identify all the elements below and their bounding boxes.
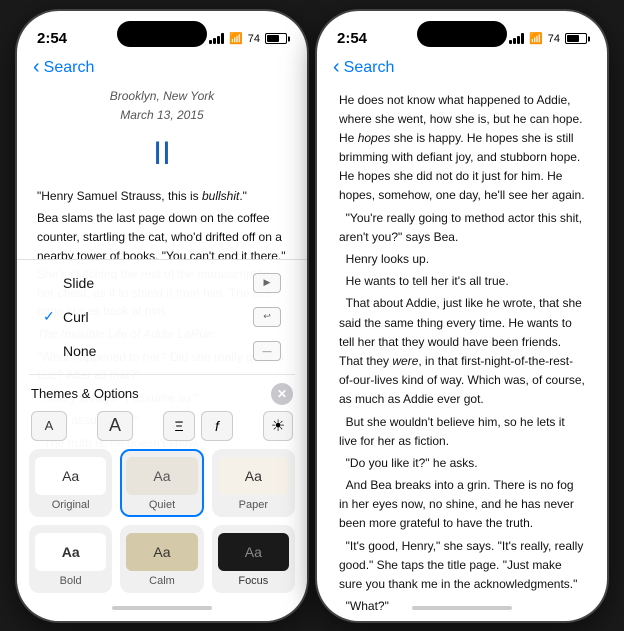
themes-header: Themes & Options ✕ xyxy=(17,377,307,407)
none-icon: — xyxy=(253,341,281,361)
theme-calm-text: Aa xyxy=(153,544,170,560)
signal-icon-right xyxy=(509,33,524,44)
left-phone: 2:54 📶 74 ‹ Search Broo xyxy=(17,11,307,621)
book-location: Brooklyn, New YorkMarch 13, 2015 xyxy=(37,87,287,125)
theme-quiet-label: Quiet xyxy=(149,499,175,511)
rp-2: "You're really going to method actor thi… xyxy=(339,209,585,247)
battery-icon-right xyxy=(565,33,587,44)
dynamic-island xyxy=(117,21,207,47)
nav-bar-left: ‹ Search xyxy=(17,55,307,79)
back-label-left: Search xyxy=(44,59,95,77)
theme-focus-text: Aa xyxy=(245,544,262,560)
book-content-right: He does not know what happened to Addie,… xyxy=(317,79,607,621)
theme-calm-label: Calm xyxy=(149,575,175,587)
transition-slide[interactable]: Slide ▶ xyxy=(29,266,295,300)
signal-icon xyxy=(209,33,224,44)
themes-title: Themes & Options xyxy=(31,386,139,401)
theme-paper-label: Paper xyxy=(239,499,268,511)
transition-none[interactable]: None — xyxy=(29,334,295,368)
curl-label: Curl xyxy=(63,309,253,325)
right-phone: 2:54 📶 74 ‹ Search He does not know what… xyxy=(317,11,607,621)
theme-focus-preview: Aa xyxy=(218,533,289,571)
transition-curl[interactable]: ✓ Curl ↩ xyxy=(29,300,295,334)
font-style-button[interactable]: Ξ xyxy=(163,411,195,441)
font-icons-group: Ξ f xyxy=(163,411,233,441)
curl-icon: ↩ xyxy=(253,307,281,327)
para-1: "Henry Samuel Strauss, this is bullshit.… xyxy=(37,187,287,206)
time-left: 2:54 xyxy=(37,30,67,47)
font-decrease-button[interactable]: A xyxy=(31,411,67,441)
check-icon-curl: ✓ xyxy=(43,308,63,325)
back-label-right: Search xyxy=(344,59,395,77)
theme-original[interactable]: Aa Original xyxy=(29,449,112,517)
font-large-label: A xyxy=(109,415,121,436)
battery-percent-right: 74 xyxy=(548,33,560,45)
font-row: A A Ξ f ☀ xyxy=(17,407,307,445)
font-small-label: A xyxy=(45,418,54,433)
home-indicator-left xyxy=(17,601,307,621)
rp-1: He does not know what happened to Addie,… xyxy=(339,91,585,206)
theme-bold[interactable]: Aa Bold xyxy=(29,525,112,593)
theme-quiet[interactable]: Aa Quiet xyxy=(120,449,203,517)
close-button[interactable]: ✕ xyxy=(271,383,293,405)
slide-label: Slide xyxy=(63,275,253,291)
theme-paper-preview: Aa xyxy=(218,457,289,495)
theme-paper[interactable]: Aa Paper xyxy=(212,449,295,517)
rp-7: "Do you like it?" he asks. xyxy=(339,454,585,473)
theme-calm[interactable]: Aa Calm xyxy=(120,525,203,593)
wifi-icon: 📶 xyxy=(229,32,243,45)
rp-8: And Bea breaks into a grin. There is no … xyxy=(339,476,585,534)
chapter-numeral: II xyxy=(37,129,287,177)
bottom-panel: Slide ▶ ✓ Curl ↩ None — Themes & Options xyxy=(17,259,307,621)
battery-icon-left xyxy=(265,33,287,44)
theme-focus-label: Focus xyxy=(238,575,268,587)
home-indicator-right xyxy=(317,601,607,621)
theme-bold-preview: Aa xyxy=(35,533,106,571)
rp-9: "It's good, Henry," she says. "It's real… xyxy=(339,537,585,595)
rp-6: But she wouldn't believe him, so he lets… xyxy=(339,413,585,451)
font-increase-button[interactable]: A xyxy=(97,411,133,441)
status-icons-left: 📶 74 xyxy=(209,32,287,45)
divider-1 xyxy=(29,374,295,375)
dynamic-island-right xyxy=(417,21,507,47)
back-button-left[interactable]: ‹ Search xyxy=(33,59,94,77)
back-button-right[interactable]: ‹ Search xyxy=(333,59,394,77)
slide-icon: ▶ xyxy=(253,273,281,293)
rp-4: He wants to tell her it's all true. xyxy=(339,272,585,291)
book-header: Brooklyn, New YorkMarch 13, 2015 II xyxy=(37,87,287,177)
theme-original-preview: Aa xyxy=(35,457,106,495)
chevron-left-icon: ‹ xyxy=(33,57,40,77)
time-right: 2:54 xyxy=(337,30,367,47)
theme-calm-preview: Aa xyxy=(126,533,197,571)
wifi-icon-right: 📶 xyxy=(529,32,543,45)
theme-quiet-preview: Aa xyxy=(126,457,197,495)
transition-selector: Slide ▶ ✓ Curl ↩ None — xyxy=(17,260,307,372)
nav-bar-right: ‹ Search xyxy=(317,55,607,79)
rp-3: Henry looks up. xyxy=(339,250,585,269)
theme-bold-label: Bold xyxy=(60,575,82,587)
theme-quiet-text: Aa xyxy=(153,468,170,484)
status-icons-right: 📶 74 xyxy=(509,32,587,45)
chevron-right-icon: ‹ xyxy=(333,57,340,77)
theme-original-text: Aa xyxy=(62,468,79,484)
font-serif-button[interactable]: f xyxy=(201,411,233,441)
rp-5: That about Addie, just like he wrote, th… xyxy=(339,294,585,409)
battery-percent-left: 74 xyxy=(248,33,260,45)
theme-focus[interactable]: Aa Focus xyxy=(212,525,295,593)
none-label: None xyxy=(63,343,253,359)
brightness-button[interactable]: ☀ xyxy=(263,411,293,441)
theme-original-label: Original xyxy=(52,499,90,511)
themes-grid: Aa Original Aa Quiet Aa Paper xyxy=(17,445,307,601)
theme-bold-text: Aa xyxy=(62,544,80,560)
theme-paper-text: Aa xyxy=(245,468,262,484)
